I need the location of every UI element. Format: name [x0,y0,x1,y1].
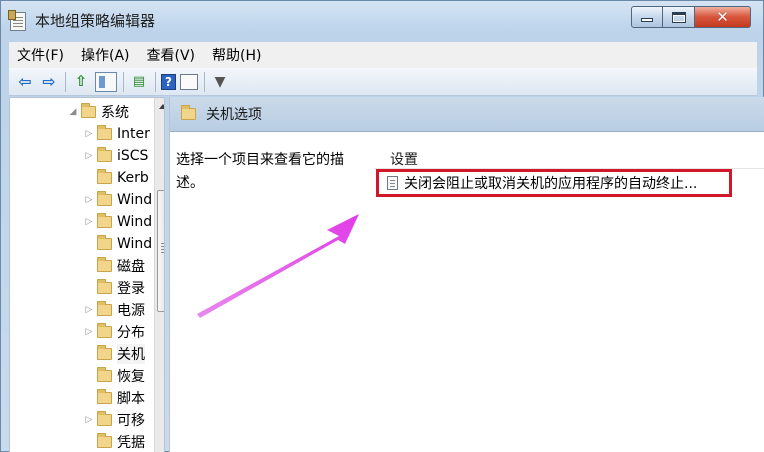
tree-item-label: 电源 [117,303,145,319]
tree-item[interactable]: ▷ 可移 [84,409,145,431]
group-policy-app-icon [8,10,26,31]
toolbar-separator [204,71,205,92]
policy-setting-label: 关闭会阻止或取消关机的应用程序的自动终止... [404,176,698,192]
folder-icon [97,323,112,338]
folder-icon [97,301,112,316]
tree-item-label: Wind [117,214,153,230]
collapsed-triangle-icon[interactable]: ▷ [84,129,94,139]
window-frame: 本地组策略编辑器 ✕ 文件(F) 操作(A) 查看(V) 帮助(H) ⇦ ⇨ ⇧… [0,0,764,452]
tree-item[interactable]: Wind [84,233,152,255]
toolbar-separator [123,71,124,92]
folder-icon [181,105,196,120]
up-folder-icon[interactable]: ⇧ [71,72,91,92]
tree-item-label: Wind [117,192,153,208]
tree-item-label: 登录 [117,281,145,297]
tree-item-label: 系统 [101,105,129,121]
collapsed-triangle-icon[interactable]: ▷ [84,151,94,161]
minimize-icon [641,18,653,22]
tree-item[interactable]: 关机 [84,343,145,365]
tree-item-label: Wind [117,236,153,252]
menu-bar: 文件(F) 操作(A) 查看(V) 帮助(H) [9,42,757,68]
description-text: 选择一个项目来查看它的描述。 [176,152,344,191]
toolbar-separator [155,71,156,92]
tree-item-label: Kerb [117,170,149,186]
tree-item[interactable]: ▷ 电源 [84,299,145,321]
tree-item-label: 关机 [117,344,145,364]
tree-item-label: iSCS [117,148,149,164]
tree-item-label: 磁盘 [117,259,145,275]
back-arrow-icon[interactable]: ⇦ [15,72,35,92]
tree-item-label: 可移 [117,413,145,429]
folder-icon [97,279,112,294]
tree-item[interactable]: 登录 [84,277,145,299]
tree-item[interactable]: Kerb [84,167,149,189]
collapsed-triangle-icon[interactable]: ▷ [84,305,94,315]
toolbar-separator [65,71,66,92]
tree-item-label: 恢复 [117,369,145,385]
window-title: 本地组策略编辑器 [35,12,156,30]
settings-list [374,133,764,169]
scroll-up-icon[interactable] [159,104,164,109]
close-button[interactable]: ✕ [695,6,751,28]
folder-icon [97,235,112,250]
folder-icon [97,389,112,404]
tree-item[interactable]: ▷ Wind [84,189,152,211]
collapsed-triangle-icon[interactable]: ▷ [84,327,94,337]
menu-help[interactable]: 帮助(H) [212,45,261,65]
policy-setting-icon [387,176,398,190]
export-list-icon[interactable]: ▤ [129,72,149,92]
folder-icon [97,367,112,382]
folder-icon [97,191,112,206]
menu-file[interactable]: 文件(F) [17,45,64,65]
menu-view[interactable]: 查看(V) [147,45,196,65]
tree-scrollbar[interactable] [154,98,164,452]
folder-icon [97,257,112,272]
column-header-settings[interactable]: 设置 [390,149,418,169]
tree-item[interactable]: 恢复 [84,365,145,387]
tree-item-label: 凭据 [117,435,145,451]
show-hide-tree-icon[interactable] [95,71,117,92]
tree-item[interactable]: ◢ 系统 [68,101,129,123]
tree-item-label: Inter [117,126,150,142]
title-bar[interactable]: 本地组策略编辑器 ✕ [1,1,763,39]
expanded-triangle-icon[interactable]: ◢ [68,107,78,117]
tree-item-label: 脚本 [117,391,145,407]
folder-icon [97,213,112,228]
close-icon: ✕ [716,7,729,26]
tree-item[interactable]: 磁盘 [84,255,145,277]
filter-icon[interactable]: ▼ [210,72,230,92]
caption-buttons: ✕ [631,6,761,28]
forward-arrow-icon[interactable]: ⇨ [39,72,59,92]
collapsed-triangle-icon[interactable]: ▷ [84,415,94,425]
tree-item[interactable]: 脚本 [84,387,145,409]
policy-setting-row[interactable]: 关闭会阻止或取消关机的应用程序的自动终止... [376,169,732,197]
tree-item[interactable]: ▷ Inter [84,123,150,145]
collapsed-triangle-icon[interactable]: ▷ [84,217,94,227]
tree-item-label: 分布 [117,325,145,341]
folder-icon [81,103,96,118]
tree-item[interactable]: ▷ Wind [84,211,152,233]
tree-item[interactable]: ▷ iSCS [84,145,148,167]
menu-action[interactable]: 操作(A) [81,45,130,65]
folder-icon [97,169,112,184]
folder-icon [97,345,112,360]
maximize-icon [671,11,686,23]
tree-item[interactable]: ▷ 分布 [84,321,145,343]
toolbar: ⇦ ⇨ ⇧ ▤ ? ▼ [9,68,757,96]
tree-item[interactable]: 凭据 [84,431,145,452]
details-header: 关机选项 [170,97,764,132]
folder-icon [97,433,112,448]
scroll-thumb[interactable] [157,190,164,312]
tree-pane[interactable]: ◢ 系统 ▷ Inter ▷ iSCS Kerb ▷ Wind ▷ Wind Wind 磁盘 登录 ▷ 电源 ▷… [9,97,165,452]
maximize-button[interactable] [663,6,695,28]
help-icon[interactable]: ? [161,73,176,90]
folder-icon [97,147,112,162]
details-title: 关机选项 [206,107,262,123]
minimize-button[interactable] [631,6,663,28]
folder-icon [97,125,112,140]
collapsed-triangle-icon[interactable]: ▷ [84,195,94,205]
view-icon[interactable] [180,73,198,90]
details-pane: 关机选项 选择一个项目来查看它的描述。 设置 关闭会阻止或取消关机的应用程序的自… [169,97,764,452]
folder-icon [97,411,112,426]
